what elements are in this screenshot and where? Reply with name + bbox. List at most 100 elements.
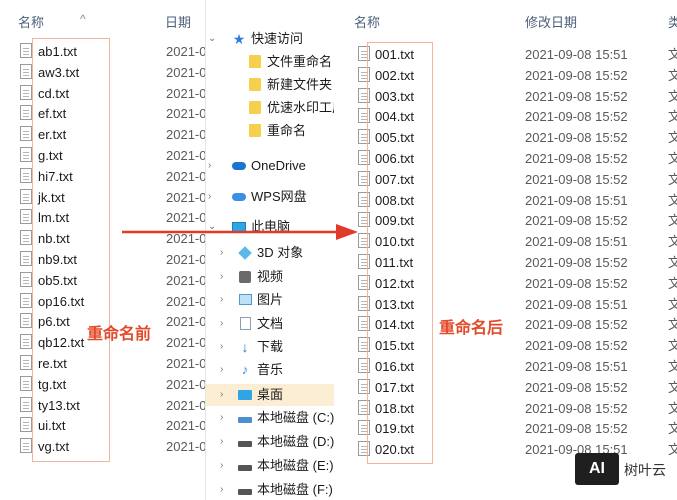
file-modified-date: 2021-09-08 15:52 (525, 338, 628, 354)
file-date: 2021-0 (166, 418, 206, 434)
file-date: 2021-0 (166, 272, 206, 288)
file-date: 2021-0 (166, 106, 206, 122)
nav-item-label: 下载 (257, 339, 284, 354)
drive-icon (238, 435, 252, 448)
folder-icon (248, 78, 262, 91)
chevron-right-icon[interactable]: › (220, 242, 223, 264)
txt-file-icon (20, 271, 32, 287)
txt-file-icon (20, 43, 32, 58)
nav-item[interactable]: › 本地磁盘 (E:) (206, 455, 334, 477)
chevron-right-icon[interactable]: › (220, 359, 223, 381)
nav-item-label: 本地磁盘 (F:) (257, 482, 333, 497)
star-icon-glyph: ★ (232, 30, 246, 47)
nav-item-label: 本地磁盘 (C:) (257, 410, 334, 425)
chevron-right-icon[interactable]: › (208, 155, 211, 177)
nav-item[interactable]: › ↓ 下载 (206, 336, 334, 358)
nav-item[interactable]: › WPS网盘 (206, 186, 334, 208)
nav-item-label: 本地磁盘 (E:) (257, 458, 334, 473)
file-modified-date: 2021-09-08 15:51 (525, 296, 628, 312)
drive-c-icon-glyph (238, 416, 252, 423)
nav-item-label: 重命名 (267, 123, 307, 138)
left-date-column-header[interactable]: 日期 (165, 12, 191, 31)
file-type: 文 (668, 255, 677, 270)
left-name-column-header[interactable]: 名称 (18, 12, 44, 31)
chevron-right-icon[interactable]: › (220, 455, 223, 477)
file-date: 2021-0 (166, 189, 206, 205)
chevron-right-icon[interactable]: › (220, 384, 223, 406)
file-type: 文 (668, 442, 677, 458)
file-modified-date: 2021-09-08 15:52 (525, 213, 628, 229)
file-modified-date: 2021-09-08 15:52 (525, 421, 628, 437)
right-type-column-header[interactable]: 类 (668, 12, 677, 31)
chevron-right-icon[interactable]: › (220, 431, 223, 453)
sort-caret-icon[interactable]: ^ (80, 12, 86, 26)
nav-item-label: 文档 (257, 316, 284, 331)
file-modified-date: 2021-09-08 15:52 (525, 130, 628, 146)
file-date: 2021-0 (166, 148, 206, 163)
right-name-column-header[interactable]: 名称 (354, 12, 380, 31)
file-type: 文 (668, 151, 677, 166)
nav-item[interactable]: › OneDrive (206, 155, 334, 177)
nav-item[interactable]: › ♪ 音乐 (206, 359, 334, 381)
nav-item[interactable]: › 本地磁盘 (C:) (206, 407, 334, 429)
file-type: 文 (668, 338, 677, 354)
chevron-down-icon[interactable]: ⌄ (208, 28, 216, 50)
txt-file-icon (20, 417, 32, 433)
rename-arrow-icon (122, 224, 358, 240)
right-column-header: 名称 修改日期 类 (335, 0, 677, 36)
nav-item-label: WPS网盘 (251, 189, 307, 204)
file-type: 文 (668, 213, 677, 229)
file-date: 2021-0 (166, 356, 206, 371)
file-modified-date: 2021-09-08 15:52 (525, 67, 628, 83)
pictures-icon (238, 293, 252, 306)
folder-icon-glyph (249, 124, 261, 137)
chevron-right-icon[interactable]: › (220, 407, 223, 429)
left-column-header: ^ 名称 日期 (0, 0, 205, 36)
nav-item[interactable]: 新建文件夹 (206, 74, 334, 96)
file-modified-date: 2021-09-08 15:51 (525, 47, 628, 62)
txt-file-icon (20, 167, 32, 183)
txt-file-icon (20, 334, 32, 350)
file-date: 2021-0 (166, 293, 206, 309)
file-modified-date: 2021-09-08 15:52 (525, 379, 628, 395)
file-type: 文 (668, 109, 677, 125)
nav-item[interactable]: › 3D 对象 (206, 242, 334, 264)
txt-file-icon (20, 438, 32, 454)
chevron-right-icon[interactable]: › (208, 186, 211, 208)
file-modified-date: 2021-09-08 15:52 (525, 317, 628, 333)
nav-item[interactable]: › 视频 (206, 266, 334, 288)
chevron-right-icon[interactable]: › (220, 479, 223, 500)
nav-item[interactable]: ⌄ ★ 快速访问 (206, 28, 334, 50)
chevron-right-icon[interactable]: › (220, 313, 223, 335)
right-file-list-pane: 名称 修改日期 类 001.txt 2021-09-08 15:51 文 002.tx… (335, 0, 677, 500)
txt-file-icon (20, 230, 32, 246)
txt-file-icon (20, 105, 32, 121)
nav-item[interactable]: › 本地磁盘 (F:) (206, 479, 334, 500)
file-date: 2021-0 (166, 376, 206, 392)
music-icon-glyph: ♪ (241, 361, 249, 377)
txt-file-icon (20, 375, 32, 391)
left-file-list-pane: ^ 名称 日期 ab1.txt 2021-0 aw3.txt 2021-0 cd.txt… (0, 0, 206, 500)
txt-file-icon (20, 292, 32, 308)
txt-file-icon (20, 188, 32, 204)
txt-file-icon (20, 126, 32, 142)
file-modified-date: 2021-09-08 15:52 (525, 275, 628, 291)
nav-item[interactable]: › 桌面 (206, 384, 334, 406)
folder-icon (248, 55, 262, 68)
nav-item-label: 本地磁盘 (D:) (257, 434, 334, 449)
chevron-right-icon[interactable]: › (220, 266, 223, 288)
nav-item[interactable]: › 图片 (206, 289, 334, 311)
chevron-right-icon[interactable]: › (220, 289, 223, 311)
nav-item[interactable]: 文件重命名 (206, 51, 334, 73)
file-type: 文 (668, 67, 677, 83)
chevron-right-icon[interactable]: › (220, 336, 223, 358)
right-date-column-header[interactable]: 修改日期 (525, 12, 577, 31)
nav-item[interactable]: 重命名 (206, 120, 334, 142)
file-date: 2021-0 (166, 314, 206, 330)
txt-file-icon (20, 63, 32, 79)
file-date: 2021-0 (166, 252, 206, 267)
nav-item[interactable]: › 本地磁盘 (D:) (206, 431, 334, 453)
nav-item[interactable]: › 文档 (206, 313, 334, 335)
file-modified-date: 2021-09-08 15:52 (525, 109, 628, 125)
nav-item[interactable]: 优速水印工厂 (206, 97, 334, 119)
